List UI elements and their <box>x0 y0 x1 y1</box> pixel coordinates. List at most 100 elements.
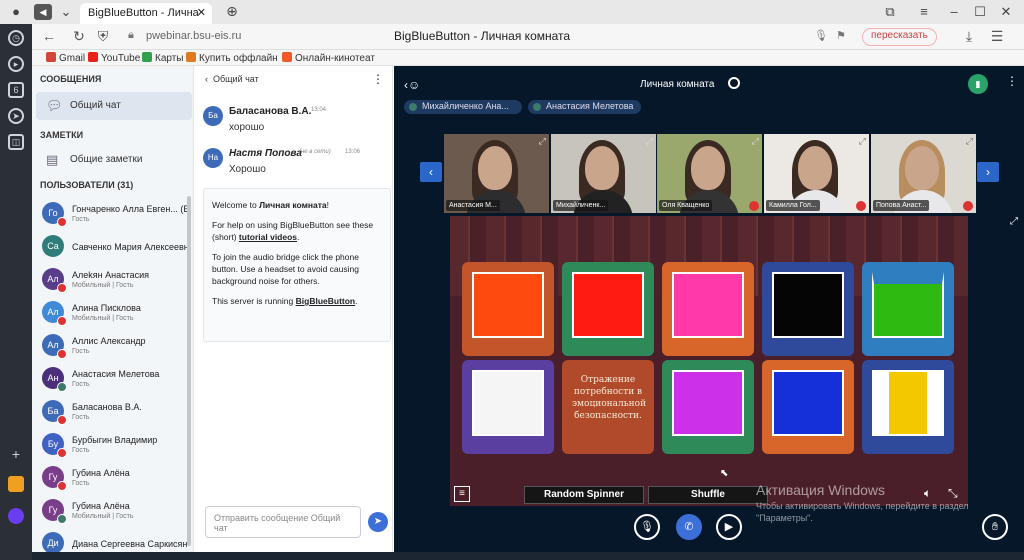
user-list-item[interactable]: Ан Анастасия Мелетова Гость <box>38 363 188 396</box>
user-name: Алина Писклова <box>72 303 141 313</box>
maximize-icon[interactable]: ☐ <box>970 4 990 20</box>
tutorial-videos-link[interactable]: tutorial videos <box>239 232 297 242</box>
options-icon[interactable]: ⋮ <box>1006 74 1018 88</box>
game-card[interactable] <box>462 262 554 356</box>
bookmark-youtube[interactable]: YouTube <box>88 52 140 64</box>
more-options-icon[interactable]: ⋮ <box>372 72 384 86</box>
minimize-icon[interactable]: – <box>944 4 964 19</box>
tab-bigbluebutton[interactable]: BigBlueButton - Лична ✕ <box>80 3 212 24</box>
camera-tile[interactable]: ⤢ Попова Анаст... <box>871 134 976 213</box>
random-spinner-button[interactable]: Random Spinner <box>524 486 644 504</box>
shared-notes-item[interactable]: ▤ Общие заметки <box>36 146 192 174</box>
chat-message-input[interactable]: Отправить сообщение Общий чат <box>205 506 361 538</box>
bookmark-gmail[interactable]: Gmail <box>46 52 85 64</box>
extensions-icon[interactable]: ☰ <box>988 28 1006 45</box>
user-list-item[interactable]: Са Савченко Мария Алексеевна <box>38 231 190 264</box>
camera-name: Камилла Гол... <box>766 200 820 211</box>
user-role: Мобильный | Гость <box>72 315 134 322</box>
game-card[interactable] <box>762 360 854 454</box>
camera-name: Михайличенк... <box>553 200 609 211</box>
game-card[interactable] <box>662 262 754 356</box>
new-tab-icon[interactable]: ⊕ <box>222 3 242 20</box>
public-chat-item[interactable]: 💬︎ Общий чат <box>36 92 192 120</box>
play-icon[interactable]: ▸ <box>8 56 24 72</box>
chevron-down-icon[interactable]: ⌄ <box>56 4 76 20</box>
back-icon[interactable]: ← <box>40 28 58 44</box>
expand-icon: ⤢ <box>538 136 546 146</box>
add-icon[interactable]: + <box>8 447 24 464</box>
history-icon[interactable]: ◷ <box>8 30 24 46</box>
camera-button[interactable]: ▶ <box>716 514 742 540</box>
camera-tile[interactable]: ⤢ Анастасия М... <box>444 134 549 213</box>
collections-icon[interactable]: ⧉ <box>880 4 900 20</box>
mic-icon[interactable]: 🎙︎ <box>814 29 828 42</box>
bigbluebutton-link[interactable]: BigBlueButton <box>296 296 356 306</box>
user-list-item[interactable]: Гу Губина Алёна Гость <box>38 462 188 495</box>
shield-icon[interactable]: ⛨ <box>94 28 112 45</box>
retell-button[interactable]: пересказать <box>862 28 937 46</box>
talking-indicator[interactable]: Анастасия Мелетова <box>528 100 642 114</box>
bookmark-buy-offline[interactable]: Купить оффлайн <box>186 52 278 64</box>
connection-status-icon[interactable]: ▮ <box>968 74 988 94</box>
raise-hand-button[interactable]: ✋︎ <box>982 514 1008 540</box>
app-icon[interactable] <box>8 476 24 492</box>
refresh-icon[interactable]: ↻ <box>70 28 88 45</box>
game-card[interactable] <box>762 262 854 356</box>
user-list-item[interactable]: Го Гончаренко Алла Евген... (Вы) Гость <box>38 198 190 231</box>
users-section-title: ПОЛЬЗОВАТЕЛИ (31) <box>40 180 134 190</box>
bookmark-maps[interactable]: Карты <box>142 52 184 64</box>
users-scrollbar[interactable] <box>187 196 191 546</box>
toggle-userlist-icon[interactable]: ‹☺ <box>404 78 420 92</box>
user-list-item[interactable]: Ал Алина Писклова Мобильный | Гость <box>38 297 188 330</box>
screenshot-icon[interactable]: ◫ <box>8 134 24 150</box>
microphone-button[interactable]: 🎙︎ <box>634 514 660 540</box>
muted-icon <box>856 201 866 211</box>
gmail-icon <box>46 52 56 62</box>
user-list-item[interactable]: Ал Алеkян Анастасия Мобильный | Гость <box>38 264 188 297</box>
prev-cameras-button[interactable]: ‹ <box>420 162 442 182</box>
camera-tile[interactable]: ⤢ Михайличенк... <box>551 134 656 213</box>
expand-icon: ⤢ <box>965 136 973 146</box>
counter-badge[interactable]: 6 <box>8 82 24 98</box>
muted-icon <box>749 201 759 211</box>
game-card[interactable] <box>462 360 554 454</box>
profile-icon[interactable]: ● <box>6 4 26 19</box>
recording-icon[interactable] <box>728 77 740 89</box>
sound-icon[interactable]: ◀ <box>34 4 52 20</box>
bookmark-icon[interactable]: ⚑ <box>836 29 846 42</box>
leave-audio-button[interactable]: ✆ <box>676 514 702 540</box>
game-card[interactable] <box>862 360 954 454</box>
user-list-item[interactable]: Ба Баласанова В.А. Гость <box>38 396 188 429</box>
alice-icon[interactable] <box>8 508 24 524</box>
message-time: 13:06 <box>345 149 361 155</box>
game-card[interactable] <box>862 262 954 356</box>
screenshare-view[interactable]: Отражение потребности в эмоциональной бе… <box>450 216 968 506</box>
menu-icon[interactable]: ≡ <box>914 4 934 19</box>
url-field[interactable]: 🔒︎ pwebinar.bsu-eis.ru BigBlueButton - Л… <box>124 28 944 46</box>
next-cameras-button[interactable]: › <box>977 162 999 182</box>
talking-indicator[interactable]: Михайличенко Ана... <box>404 100 522 114</box>
game-card[interactable] <box>562 262 654 356</box>
avatar: Гу <box>42 499 67 524</box>
fullscreen-icon[interactable]: ⤢ <box>1010 216 1018 227</box>
game-card[interactable] <box>662 360 754 454</box>
send-icon[interactable]: ➤ <box>8 108 24 124</box>
send-button[interactable]: ➤ <box>368 512 388 532</box>
close-window-icon[interactable]: ✕ <box>996 4 1016 20</box>
game-menu-icon[interactable]: ≡ <box>454 486 470 502</box>
game-card-revealed[interactable]: Отражение потребности в эмоциональной бе… <box>562 360 654 454</box>
volume-icon[interactable]: 🔈︎ <box>924 486 931 501</box>
message-text: Хорошо <box>229 164 266 175</box>
user-list-item[interactable]: Гу Губина Алёна Мобильный | Гость <box>38 495 188 528</box>
chat-header[interactable]: ‹ Общий чат <box>205 74 259 84</box>
shuffle-button[interactable]: Shuffle <box>648 486 768 504</box>
camera-tile[interactable]: ⤢ Оля Кващенко <box>657 134 762 213</box>
download-icon[interactable]: ⤓ <box>960 28 978 45</box>
close-tab-icon[interactable]: ✕ <box>197 6 206 19</box>
user-list-item[interactable]: Ал Аллис Александр Гость <box>38 330 188 363</box>
bookmark-cinema[interactable]: Онлайн-кинотеат <box>282 52 375 64</box>
muted-badge-icon <box>57 283 67 293</box>
exit-fullscreen-icon[interactable]: ⤡ <box>948 486 958 501</box>
user-list-item[interactable]: Бу Бурбыгин Владимир Гость <box>38 429 188 462</box>
camera-tile[interactable]: ⤢ Камилла Гол... <box>764 134 869 213</box>
